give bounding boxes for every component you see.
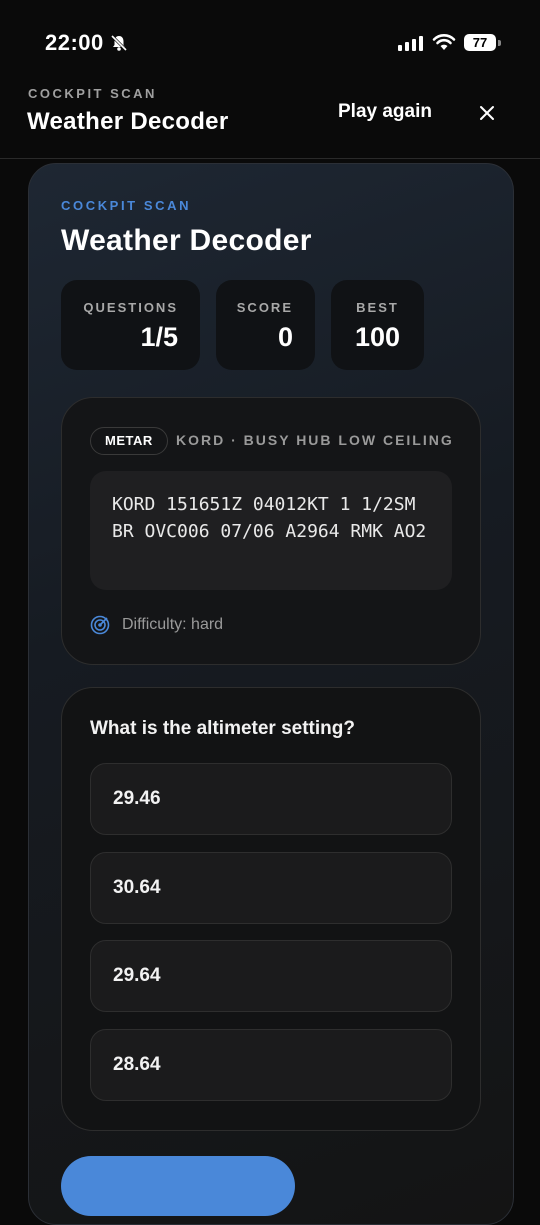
question-text: What is the altimeter setting? [90,718,355,739]
primary-action-button[interactable] [61,1156,295,1216]
metar-raw-box: KORD 151651Z 04012KT 1 1/2SM BR OVC006 0… [90,471,452,590]
answer-option[interactable]: 28.64 [90,1029,452,1101]
question-card: What is the altimeter setting? 29.46 30.… [61,687,481,1131]
metar-raw-text: KORD 151651Z 04012KT 1 1/2SM BR OVC006 0… [112,494,427,542]
battery-tip [498,40,501,46]
questions-stat: QUESTIONS 1/5 [61,280,200,370]
wifi-icon [432,34,456,50]
cellular-signal-icon [398,35,423,51]
stat-label: BEST [356,300,399,315]
score-stat: SCORE 0 [216,280,315,370]
answer-option-label: 28.64 [113,1054,161,1075]
stat-value: 0 [277,322,293,352]
card-title: Weather Decoder [61,224,312,257]
answer-option-label: 29.64 [113,965,161,986]
metar-card: METAR KORD · BUSY HUB LOW CEILING KORD 1… [61,397,481,665]
radar-icon [90,615,110,635]
answer-option-label: 29.46 [113,788,161,809]
difficulty-label: Difficulty: hard [122,616,224,633]
station-label: KORD · BUSY HUB LOW CEILING [176,432,454,448]
stat-value: 100 [354,322,401,352]
report-type-badge: METAR [90,427,168,455]
answer-option[interactable]: 30.64 [90,852,452,924]
status-time: 22:00 [45,30,104,55]
play-again-button[interactable]: Play again [338,101,432,123]
header-title: Weather Decoder [27,108,229,135]
answer-option[interactable]: 29.46 [90,763,452,835]
card-eyebrow: COCKPIT SCAN [61,198,192,213]
best-stat: BEST 100 [331,280,424,370]
header-eyebrow: COCKPIT SCAN [28,86,157,101]
game-card: COCKPIT SCAN Weather Decoder QUESTIONS 1… [28,163,514,1225]
close-icon[interactable] [476,102,498,124]
status-bar: 22:00 77 [0,0,540,80]
stat-label: QUESTIONS [83,300,178,315]
bell-muted-icon [110,34,128,52]
stat-label: SCORE [236,300,293,315]
answer-option-label: 30.64 [113,877,161,898]
app-header: COCKPIT SCAN Weather Decoder Play again [0,80,540,159]
battery-icon: 77 [464,34,496,51]
stat-value: 1/5 [140,322,178,352]
answer-option[interactable]: 29.64 [90,940,452,1012]
